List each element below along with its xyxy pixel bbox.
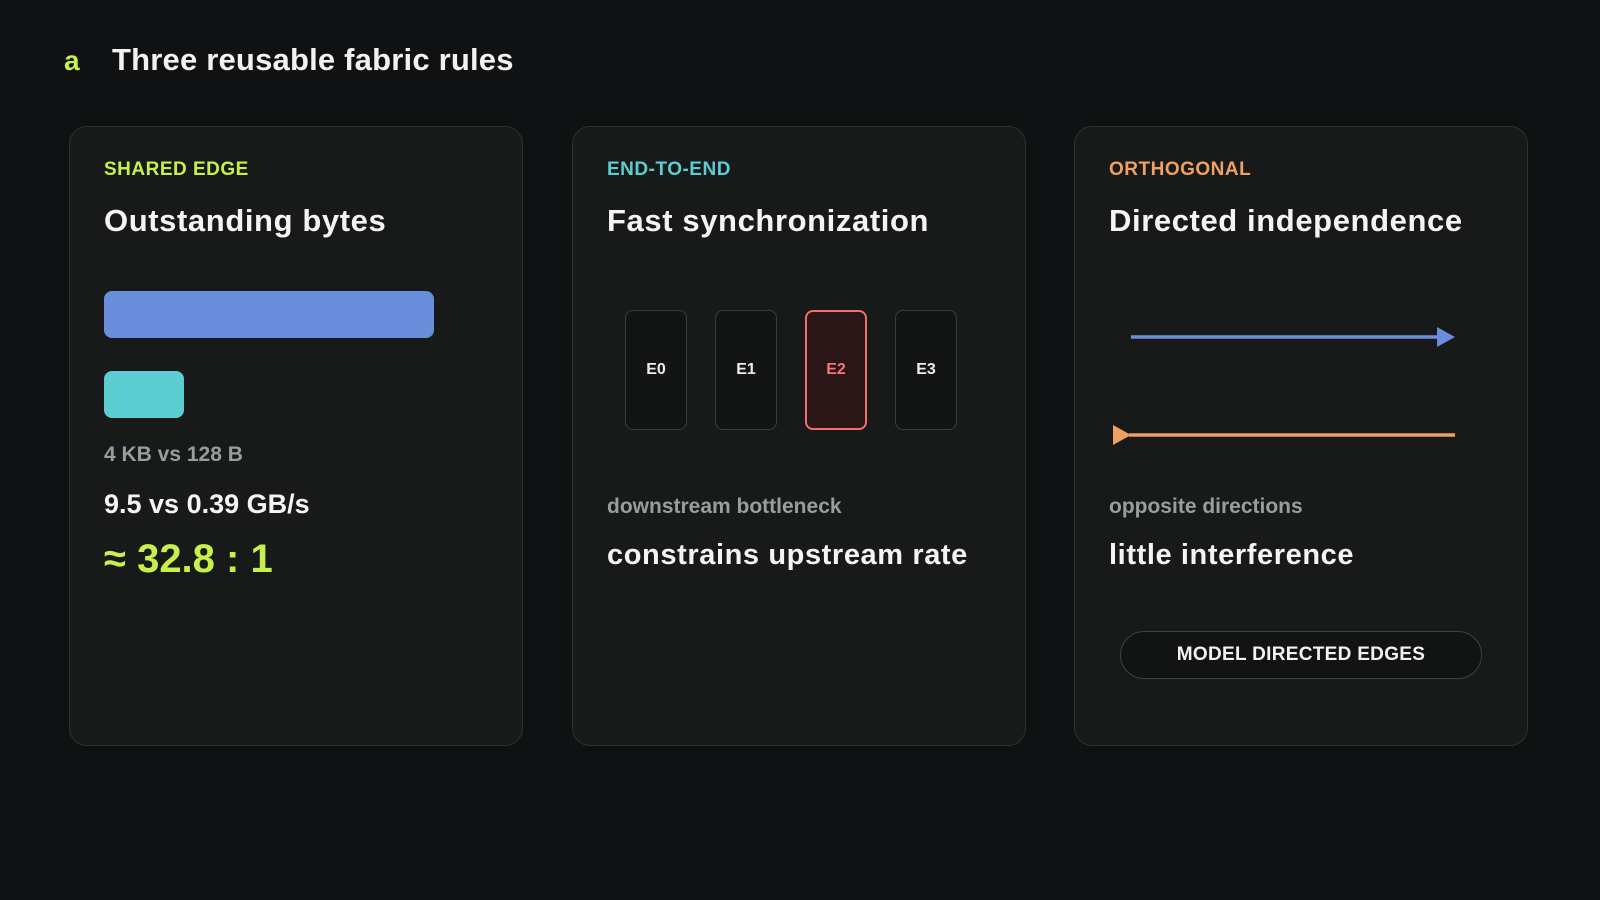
forward-arrow-head-icon <box>1437 327 1455 347</box>
card-title: Directed independence <box>1109 203 1463 238</box>
endpoint-e2-bottleneck: E2 <box>805 310 867 430</box>
endpoint-e1: E1 <box>715 310 777 430</box>
direction-note: opposite directions <box>1109 495 1303 518</box>
card-shared-edge: SHARED EDGE Outstanding bytes 4 KB vs 12… <box>69 126 523 746</box>
bottleneck-note: downstream bottleneck <box>607 495 842 518</box>
panel-letter: a <box>64 45 80 76</box>
card-tag: SHARED EDGE <box>104 159 249 180</box>
size-comparison: 4 KB vs 128 B <box>104 443 243 466</box>
rate-comparison: 9.5 vs 0.39 GB/s <box>104 489 310 519</box>
card-title: Outstanding bytes <box>104 203 387 238</box>
page-title: Three reusable fabric rules <box>112 42 514 77</box>
model-directed-edges-button[interactable]: MODEL DIRECTED EDGES <box>1120 631 1482 679</box>
reverse-arrow-head-icon <box>1113 425 1131 445</box>
interference-conclusion: little interference <box>1109 539 1355 571</box>
endpoint-e3: E3 <box>895 310 957 430</box>
card-title: Fast synchronization <box>607 203 930 238</box>
bottleneck-conclusion: constrains upstream rate <box>607 539 968 571</box>
card-end-to-end: END-TO-END Fast synchronization E0 E1 E2… <box>572 126 1026 746</box>
large-bytes-bar <box>104 291 434 338</box>
ratio-value: ≈ 32.8 : 1 <box>104 537 273 581</box>
direction-arrows <box>1113 327 1455 445</box>
card-orthogonal: ORTHOGONAL Directed independence opposit… <box>1074 126 1528 746</box>
card-tag: END-TO-END <box>607 159 731 180</box>
header: a Three reusable fabric rules <box>64 42 514 78</box>
card-tag: ORTHOGONAL <box>1109 159 1252 180</box>
endpoint-e0: E0 <box>625 310 687 430</box>
small-bytes-bar <box>104 371 184 418</box>
